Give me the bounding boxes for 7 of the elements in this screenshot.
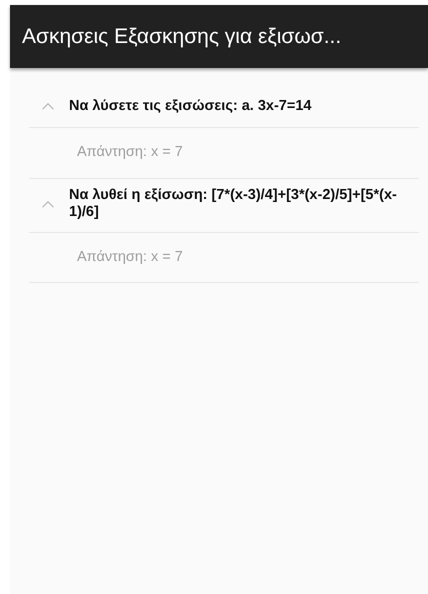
question-title[interactable]: Να λυθεί η εξίσωση: [7*(x-3)/4]+[3*(x-2)/5]+[5*(x-1)/6] bbox=[69, 186, 419, 222]
app-title: Ασκησεις Εξασκησης για εξισωσ... bbox=[22, 24, 342, 50]
answer-text: Απάντηση: x = 7 bbox=[77, 248, 183, 265]
chevron-up-icon[interactable] bbox=[41, 102, 55, 111]
answer-text: Απάντηση: x = 7 bbox=[77, 144, 183, 160]
question-title[interactable]: Να λύσετε τις εξισώσεις: a. 3x-7=14 bbox=[69, 98, 312, 116]
chevron-up-icon[interactable] bbox=[41, 200, 55, 209]
